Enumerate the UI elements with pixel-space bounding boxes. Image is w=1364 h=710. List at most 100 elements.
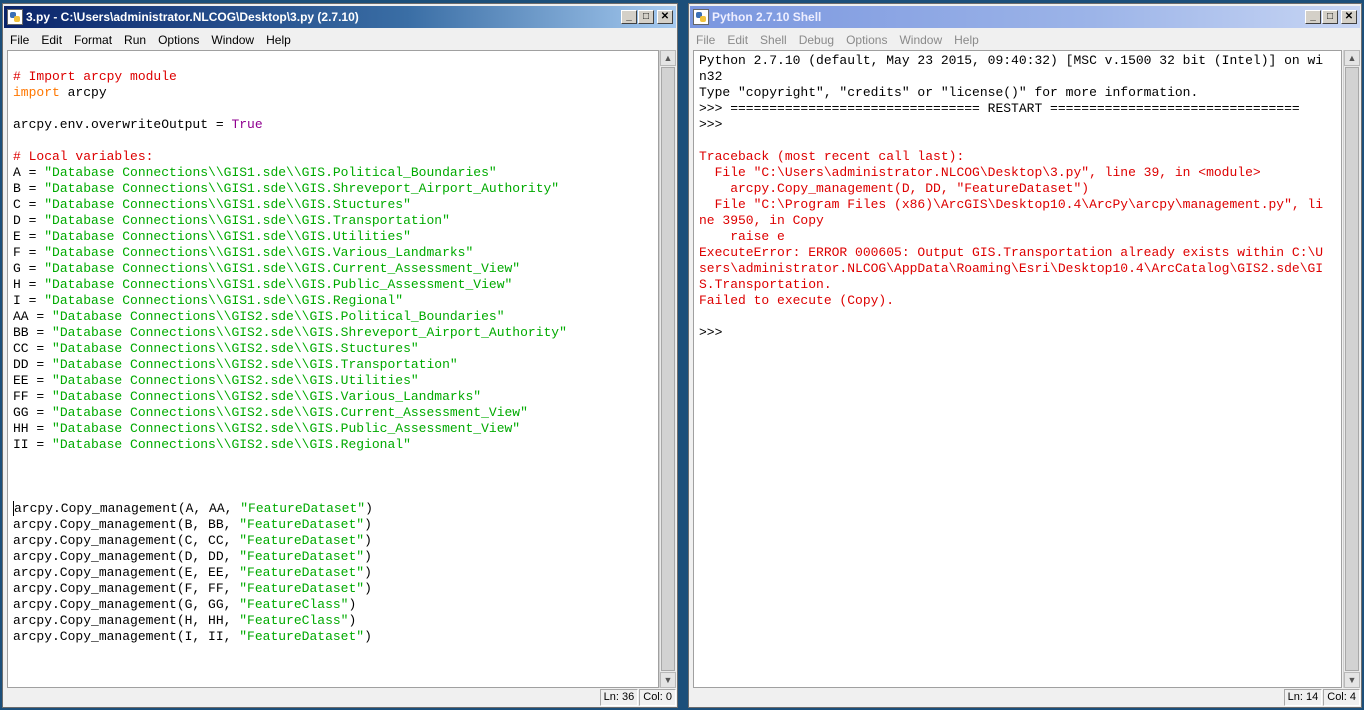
shell-output[interactable]: Python 2.7.10 (default, May 23 2015, 09:… — [694, 51, 1341, 341]
shell-line[interactable]: Python 2.7.10 (default, May 23 2015, 09:… — [699, 53, 1341, 69]
shell-line[interactable] — [699, 133, 1341, 149]
code-line[interactable] — [13, 485, 658, 501]
shell-line[interactable]: S.Transportation. — [699, 277, 1341, 293]
shell-line[interactable]: >>> — [699, 117, 1341, 133]
code-line[interactable]: C = "Database Connections\\GIS1.sde\\GIS… — [13, 197, 658, 213]
code-line[interactable]: II = "Database Connections\\GIS2.sde\\GI… — [13, 437, 658, 453]
menu-item-help[interactable]: Help — [260, 33, 297, 47]
menu-item-file[interactable]: File — [4, 33, 35, 47]
scrollbar-thumb[interactable] — [661, 67, 675, 671]
scrollbar-thumb[interactable] — [1345, 67, 1359, 671]
menu-item-run[interactable]: Run — [118, 33, 152, 47]
shell-line[interactable]: >>> ================================ RES… — [699, 101, 1341, 117]
scroll-up-arrow-icon[interactable]: ▲ — [1344, 50, 1360, 66]
menu-item-format[interactable]: Format — [68, 33, 118, 47]
shell-vertical-scrollbar[interactable]: ▲ ▼ — [1343, 50, 1360, 688]
shell-titlebar[interactable]: Python 2.7.10 Shell _ □ ✕ — [690, 6, 1360, 28]
minimize-icon[interactable]: _ — [1305, 10, 1321, 24]
code-line[interactable] — [13, 133, 658, 149]
code-token: "Database Connections\\GIS2.sde\\GIS.Var… — [52, 389, 482, 404]
code-line[interactable]: arcpy.Copy_management(D, DD, "FeatureDat… — [13, 549, 658, 565]
editor-code[interactable]: # Import arcpy module import arcpy arcpy.e… — [8, 51, 658, 645]
code-line[interactable]: # Import arcpy module — [13, 69, 658, 85]
shell-line[interactable]: >>> — [699, 325, 1341, 341]
close-icon[interactable]: ✕ — [657, 10, 673, 24]
code-line[interactable]: # Local variables: — [13, 149, 658, 165]
code-line[interactable]: arcpy.Copy_management(B, BB, "FeatureDat… — [13, 517, 658, 533]
code-line[interactable]: arcpy.Copy_management(H, HH, "FeatureCla… — [13, 613, 658, 629]
maximize-icon[interactable]: □ — [1322, 10, 1338, 24]
editor-titlebar[interactable]: 3.py - C:\Users\administrator.NLCOG\Desk… — [4, 6, 676, 28]
code-line[interactable] — [13, 101, 658, 117]
code-token: ExecuteError: ERROR 000605: Output GIS.T… — [699, 245, 1324, 260]
close-icon[interactable]: ✕ — [1341, 10, 1357, 24]
code-line[interactable] — [13, 469, 658, 485]
shell-line[interactable]: ExecuteError: ERROR 000605: Output GIS.T… — [699, 245, 1341, 261]
shell-window[interactable]: Python 2.7.10 Shell _ □ ✕ File Edit Shell D… — [688, 3, 1362, 708]
shell-line[interactable] — [699, 309, 1341, 325]
shell-line[interactable]: arcpy.Copy_management(D, DD, "FeatureDat… — [699, 181, 1341, 197]
code-line[interactable]: arcpy.Copy_management(C, CC, "FeatureDat… — [13, 533, 658, 549]
code-line[interactable] — [13, 53, 658, 69]
code-line[interactable]: A = "Database Connections\\GIS1.sde\\GIS… — [13, 165, 658, 181]
code-line[interactable]: GG = "Database Connections\\GIS2.sde\\GI… — [13, 405, 658, 421]
scroll-down-arrow-icon[interactable]: ▼ — [660, 672, 676, 688]
code-line[interactable]: arcpy.Copy_management(E, EE, "FeatureDat… — [13, 565, 658, 581]
code-token: "Database Connections\\GIS1.sde\\GIS.Pol… — [44, 165, 497, 180]
code-token: "FeatureDataset" — [239, 549, 365, 564]
menu-item-window[interactable]: Window — [893, 33, 948, 47]
menu-item-shell[interactable]: Shell — [754, 33, 793, 47]
code-line[interactable]: arcpy.Copy_management(A, AA, "FeatureDat… — [13, 501, 658, 517]
shell-line[interactable]: File "C:\Program Files (x86)\ArcGIS\Desk… — [699, 197, 1341, 213]
menu-item-options[interactable]: Options — [840, 33, 893, 47]
code-line[interactable]: arcpy.Copy_management(G, GG, "FeatureCla… — [13, 597, 658, 613]
code-line[interactable]: CC = "Database Connections\\GIS2.sde\\GI… — [13, 341, 658, 357]
shell-line[interactable]: n32 — [699, 69, 1341, 85]
code-line[interactable]: import arcpy — [13, 85, 658, 101]
code-line[interactable]: arcpy.Copy_management(I, II, "FeatureDat… — [13, 629, 658, 645]
code-line[interactable]: BB = "Database Connections\\GIS2.sde\\GI… — [13, 325, 658, 341]
editor-window[interactable]: 3.py - C:\Users\administrator.NLCOG\Desk… — [2, 3, 678, 708]
code-line[interactable]: HH = "Database Connections\\GIS2.sde\\GI… — [13, 421, 658, 437]
menu-item-debug[interactable]: Debug — [793, 33, 840, 47]
code-line[interactable]: E = "Database Connections\\GIS1.sde\\GIS… — [13, 229, 658, 245]
shell-line[interactable]: Type "copyright", "credits" or "license(… — [699, 85, 1341, 101]
code-line[interactable]: FF = "Database Connections\\GIS2.sde\\GI… — [13, 389, 658, 405]
code-line[interactable]: F = "Database Connections\\GIS1.sde\\GIS… — [13, 245, 658, 261]
code-line[interactable]: arcpy.Copy_management(F, FF, "FeatureDat… — [13, 581, 658, 597]
code-line[interactable]: G = "Database Connections\\GIS1.sde\\GIS… — [13, 261, 658, 277]
code-line[interactable]: I = "Database Connections\\GIS1.sde\\GIS… — [13, 293, 658, 309]
menu-item-help[interactable]: Help — [948, 33, 985, 47]
shell-line[interactable]: File "C:\Users\administrator.NLCOG\Deskt… — [699, 165, 1341, 181]
menu-item-file[interactable]: File — [690, 33, 721, 47]
code-line[interactable]: AA = "Database Connections\\GIS2.sde\\GI… — [13, 309, 658, 325]
minimize-icon[interactable]: _ — [621, 10, 637, 24]
shell-line[interactable]: Traceback (most recent call last): — [699, 149, 1341, 165]
maximize-icon[interactable]: □ — [638, 10, 654, 24]
code-token: BB = — [13, 325, 53, 340]
code-line[interactable]: arcpy.env.overwriteOutput = True — [13, 117, 658, 133]
menu-item-edit[interactable]: Edit — [35, 33, 68, 47]
code-token: "Database Connections\\GIS2.sde\\GIS.Pub… — [52, 421, 521, 436]
menu-item-window[interactable]: Window — [205, 33, 260, 47]
shell-line[interactable]: sers\administrator.NLCOG\AppData\Roaming… — [699, 261, 1341, 277]
editor-vertical-scrollbar[interactable]: ▲ ▼ — [659, 50, 676, 688]
editor-text-area[interactable]: # Import arcpy module import arcpy arcpy.e… — [7, 50, 659, 688]
shell-line[interactable]: Failed to execute (Copy). — [699, 293, 1341, 309]
shell-text-area[interactable]: Python 2.7.10 (default, May 23 2015, 09:… — [693, 50, 1342, 688]
shell-line[interactable]: ne 3950, in Copy — [699, 213, 1341, 229]
menu-item-options[interactable]: Options — [152, 33, 205, 47]
code-token: ) — [364, 533, 372, 548]
shell-line[interactable]: raise e — [699, 229, 1341, 245]
scroll-up-arrow-icon[interactable]: ▲ — [660, 50, 676, 66]
code-line[interactable]: D = "Database Connections\\GIS1.sde\\GIS… — [13, 213, 658, 229]
code-token: File "C:\Users\administrator.NLCOG\Deskt… — [699, 165, 1261, 180]
code-line[interactable]: EE = "Database Connections\\GIS2.sde\\GI… — [13, 373, 658, 389]
code-token: arcpy.Copy_management(D, DD, "FeatureDat… — [699, 181, 1090, 196]
code-line[interactable]: B = "Database Connections\\GIS1.sde\\GIS… — [13, 181, 658, 197]
scroll-down-arrow-icon[interactable]: ▼ — [1344, 672, 1360, 688]
code-line[interactable]: DD = "Database Connections\\GIS2.sde\\GI… — [13, 357, 658, 373]
code-line[interactable]: H = "Database Connections\\GIS1.sde\\GIS… — [13, 277, 658, 293]
menu-item-edit[interactable]: Edit — [721, 33, 754, 47]
code-line[interactable] — [13, 453, 658, 469]
